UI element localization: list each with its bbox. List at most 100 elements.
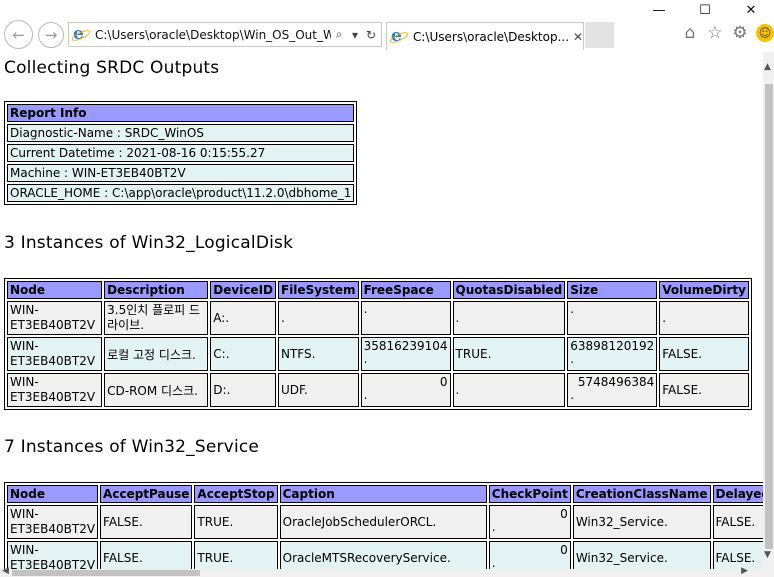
delayed-cell: FALSE. [712, 505, 763, 539]
forward-button[interactable]: → [38, 22, 64, 48]
horizontal-scroll-thumb[interactable] [12, 570, 200, 576]
column-header: FreeSpace [360, 281, 451, 299]
address-text[interactable]: C:\Users\oracle\Desktop\Win_OS_Out_W [95, 28, 331, 42]
chevron-down-icon[interactable]: ▾ [347, 28, 363, 42]
new-tab-button[interactable] [585, 22, 614, 48]
maximize-button[interactable]: ☐ [682, 0, 728, 20]
checkpoint-cell: 0. [488, 541, 571, 570]
arrow-right-icon: → [44, 26, 58, 44]
filesystem-cell: NTFS. [278, 337, 359, 371]
feedback-smiley-icon[interactable]: ☺ [756, 24, 774, 42]
column-header: DeviceID [210, 281, 276, 299]
deviceid-cell: D:. [210, 373, 276, 407]
favorites-star-icon[interactable]: ☆ [705, 23, 725, 43]
scroll-up-arrow-icon[interactable]: ▲ [764, 62, 771, 72]
home-icon[interactable]: ⌂ [680, 23, 700, 43]
scroll-left-arrow-icon[interactable]: ◀ [2, 566, 9, 576]
quotas-cell: . [452, 301, 566, 335]
node-cell: WIN- ET3EB40BT2V [7, 373, 103, 407]
column-header: Size [567, 281, 658, 299]
scroll-right-arrow-icon[interactable]: ▶ [741, 566, 748, 576]
checkpoint-cell: 0. [488, 505, 571, 539]
window-controls: — ☐ ✕ [636, 0, 774, 20]
caption-cell: OracleMTSRecoveryService. [279, 541, 487, 570]
logical-disk-heading: 3 Instances of Win32_LogicalDisk [4, 233, 294, 253]
quotas-cell: TRUE. [452, 337, 566, 371]
creationclassname-cell: Win32_Service. [572, 505, 711, 539]
scroll-down-arrow-icon[interactable]: ▼ [764, 550, 771, 560]
size-cell: . [567, 301, 658, 335]
table-row: WIN- ET3EB40BT2V 로컬 고정 디스크. C:. NTFS. 358… [7, 337, 749, 371]
settings-gear-icon[interactable]: ⚙ [730, 23, 750, 43]
minimize-button[interactable]: — [636, 0, 682, 20]
delayed-cell: FALSE. [712, 541, 763, 570]
deviceid-cell: A:. [210, 301, 276, 335]
table-row: WIN- ET3EB40BT2V FALSE. TRUE. OracleMTSRe… [7, 541, 763, 570]
report-info-header: Report Info [7, 104, 355, 122]
arrow-left-icon: ← [12, 25, 25, 44]
acceptpause-cell: FALSE. [100, 505, 193, 539]
report-row: ORACLE_HOME : C:\app\oracle\product\11.2… [7, 184, 355, 202]
volumedirty-cell: FALSE. [659, 373, 749, 407]
node-cell: WIN- ET3EB40BT2V [7, 301, 103, 335]
node-cell: WIN- ET3EB40BT2V [7, 541, 99, 570]
vertical-scrollbar[interactable]: ▲ ▼ [763, 52, 774, 570]
column-header: Node [7, 281, 103, 299]
report-row: Current Datetime : 2021-08-16 0:15:55.27 [7, 144, 355, 162]
column-header: Delayed [712, 485, 763, 503]
acceptstop-cell: TRUE. [194, 541, 278, 570]
report-info-table: Report Info Diagnostic-Name : SRDC_WinOS… [4, 101, 358, 205]
column-header: Node [7, 485, 99, 503]
deviceid-cell: C:. [210, 337, 276, 371]
node-cell: WIN- ET3EB40BT2V [7, 337, 103, 371]
vertical-scroll-thumb[interactable] [765, 84, 773, 549]
creationclassname-cell: Win32_Service. [572, 541, 711, 570]
browser-tab[interactable]: e C:\Users\oracle\Desktop... ✕ [386, 22, 584, 50]
horizontal-scrollbar[interactable]: ◀ ▶ [0, 566, 774, 577]
close-tab-icon[interactable]: ✕ [573, 30, 583, 44]
description-cell: 로컬 고정 디스크. [104, 337, 209, 371]
internet-explorer-icon: e [70, 24, 92, 44]
back-button[interactable]: ← [4, 20, 33, 49]
acceptstop-cell: TRUE. [194, 505, 278, 539]
search-icon[interactable]: ⌕ [331, 27, 347, 42]
description-cell: 3.5인치 플로피 드라이브. [104, 301, 209, 335]
column-header: AcceptPause [100, 485, 193, 503]
table-header-row: Node Description DeviceID FileSystem Fre… [7, 281, 749, 299]
size-cell: 5748496384. [567, 373, 658, 407]
quotas-cell: . [452, 373, 566, 407]
table-row: WIN- ET3EB40BT2V 3.5인치 플로피 드라이브. A:. . . … [7, 301, 749, 335]
caption-cell: OracleJobSchedulerORCL. [279, 505, 487, 539]
report-row: Machine : WIN-ET3EB40BT2V [7, 164, 355, 182]
page-title: Collecting SRDC Outputs [4, 58, 220, 78]
filesystem-cell: UDF. [278, 373, 359, 407]
node-cell: WIN- ET3EB40BT2V [7, 505, 99, 539]
table-row: WIN- ET3EB40BT2V CD-ROM 디스크. D:. UDF. 0. … [7, 373, 749, 407]
table-row: WIN- ET3EB40BT2V FALSE. TRUE. OracleJobSc… [7, 505, 763, 539]
logical-disk-table: Node Description DeviceID FileSystem Fre… [4, 278, 752, 410]
service-heading: 7 Instances of Win32_Service [4, 437, 260, 457]
table-header-row: Node AcceptPause AcceptStop Caption Chec… [7, 485, 763, 503]
freespace-cell: 0. [360, 373, 451, 407]
freespace-cell: . [360, 301, 451, 335]
browser-chrome: — ☐ ✕ ← → e C:\Users\oracle\Desktop\Win_… [0, 0, 774, 52]
report-row: Diagnostic-Name : SRDC_WinOS [7, 124, 355, 142]
freespace-cell: 35816239104. [360, 337, 451, 371]
column-header: Description [104, 281, 209, 299]
page-content: Collecting SRDC Outputs Report Info Diag… [0, 52, 763, 570]
size-cell: 63898120192. [567, 337, 658, 371]
column-header: QuotasDisabled [452, 281, 566, 299]
refresh-icon[interactable]: ↻ [363, 28, 379, 42]
column-header: FileSystem [278, 281, 359, 299]
filesystem-cell: . [278, 301, 359, 335]
column-header: VolumeDirty [659, 281, 749, 299]
service-table: Node AcceptPause AcceptStop Caption Chec… [4, 482, 763, 570]
volumedirty-cell: FALSE. [659, 337, 749, 371]
description-cell: CD-ROM 디스크. [104, 373, 209, 407]
column-header: CheckPoint [488, 485, 571, 503]
acceptpause-cell: FALSE. [100, 541, 193, 570]
column-header: Caption [279, 485, 487, 503]
close-button[interactable]: ✕ [728, 0, 774, 20]
tab-title: C:\Users\oracle\Desktop... [413, 29, 569, 44]
address-bar[interactable]: e C:\Users\oracle\Desktop\Win_OS_Out_W ⌕… [68, 22, 382, 47]
